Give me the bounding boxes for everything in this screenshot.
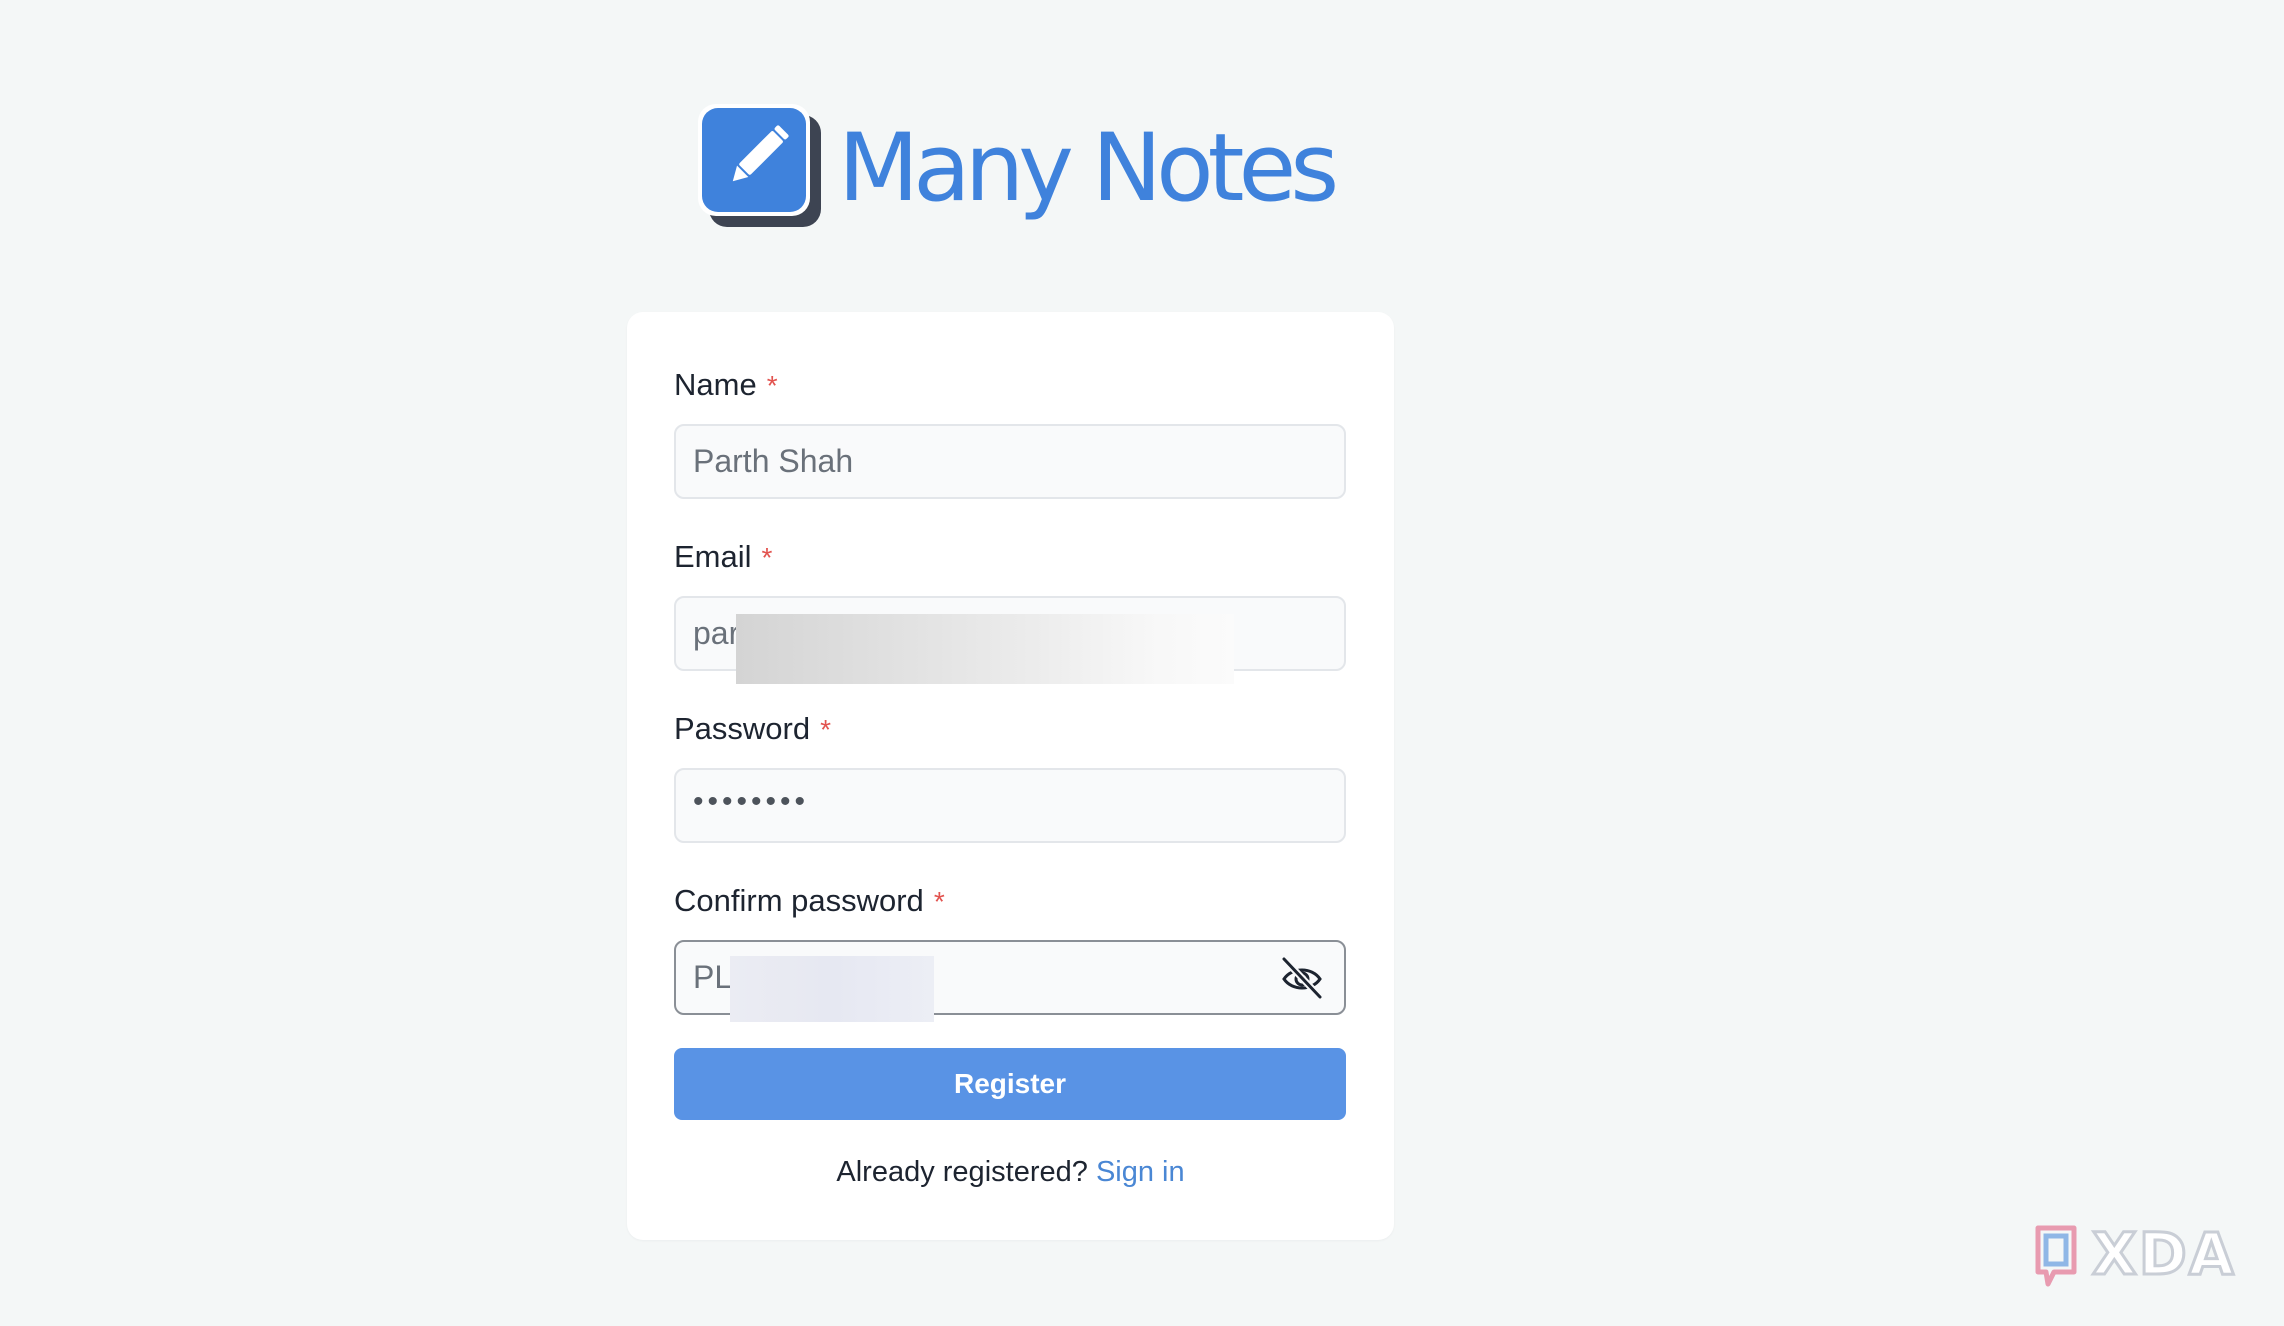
- name-input[interactable]: Parth Shah: [674, 424, 1346, 499]
- password-input[interactable]: ••••••••: [674, 768, 1346, 843]
- confirm-password-label: Confirm password *: [674, 883, 945, 918]
- confirm-password-value: PL: [693, 959, 733, 995]
- password-value: ••••••••: [693, 785, 810, 818]
- sign-in-link[interactable]: Sign in: [1096, 1156, 1185, 1188]
- email-input[interactable]: par: [674, 596, 1346, 684]
- redaction-blur: [730, 956, 934, 1022]
- watermark-text: XDA: [2091, 1220, 2236, 1288]
- required-mark: *: [766, 370, 778, 401]
- confirm-password-input[interactable]: PL: [674, 940, 1346, 1022]
- name-label: Name *: [674, 367, 778, 402]
- xda-watermark: XDA: [2030, 1220, 2260, 1290]
- email-label: Email *: [674, 539, 773, 574]
- signin-prompt-text: Already registered?: [836, 1156, 1088, 1188]
- app-logo: Many Notes: [698, 104, 1339, 234]
- redaction-blur: [736, 614, 1234, 684]
- password-label: Password *: [674, 711, 832, 746]
- email-value: par: [693, 615, 740, 651]
- signin-prompt: Already registered? Sign in: [627, 1152, 1394, 1192]
- app-name: Many Notes: [838, 114, 1339, 223]
- required-mark: *: [761, 542, 773, 573]
- required-mark: *: [933, 886, 945, 917]
- pencil-note-icon: [698, 104, 821, 227]
- eye-slash-icon[interactable]: [1278, 955, 1326, 1001]
- register-button[interactable]: Register: [674, 1048, 1346, 1120]
- name-value: Parth Shah: [693, 443, 854, 479]
- required-mark: *: [820, 714, 832, 745]
